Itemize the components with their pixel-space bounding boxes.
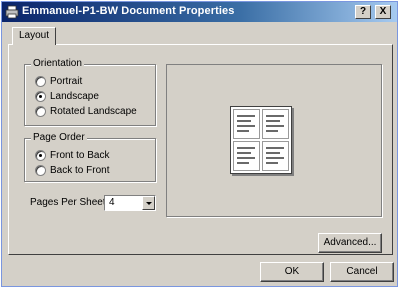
page-order-legend: Page Order [31,132,87,143]
document-properties-dialog: Emmanuel-P1-BW Document Properties ? X L… [1,1,398,287]
radio-button[interactable] [35,105,46,117]
pages-per-sheet-label: Pages Per Sheet: [30,197,109,208]
radio-button[interactable] [35,90,46,102]
tab-layout[interactable]: Layout [12,27,56,45]
window-title: Emmanuel-P1-BW Document Properties [22,5,235,17]
radio-label: Back to Front [50,164,110,176]
radio-rotated-landscape[interactable]: Rotated Landscape [35,104,137,118]
radio-portrait[interactable]: Portrait [35,74,82,88]
printer-icon [5,5,19,19]
preview-page-4 [262,141,289,171]
radio-button[interactable] [35,149,46,161]
radio-button[interactable] [35,164,46,176]
radio-label: Portrait [50,75,83,87]
radio-back-to-front[interactable]: Back to Front [35,163,109,177]
pages-per-sheet-value: 4 [109,197,115,208]
advanced-button[interactable]: Advanced... [318,233,382,253]
radio-landscape[interactable]: Landscape [35,89,99,103]
radio-label: Landscape [50,90,99,102]
preview-sheet [230,106,292,174]
orientation-legend: Orientation [31,58,84,69]
pages-per-sheet-select[interactable]: 4 [104,195,156,211]
radio-button[interactable] [35,75,46,87]
title-bar[interactable]: Emmanuel-P1-BW Document Properties ? X [2,2,397,22]
ok-button[interactable]: OK [260,262,324,282]
cancel-button[interactable]: Cancel [330,262,394,282]
help-button[interactable]: ? [355,5,371,19]
radio-front-to-back[interactable]: Front to Back [35,148,109,162]
preview-page-2 [262,109,289,139]
radio-label: Rotated Landscape [50,105,137,117]
chevron-down-icon[interactable] [142,196,155,210]
orientation-group: Orientation Portrait Landscape Rotated L… [24,58,156,126]
page-order-group: Page Order Front to Back Back to Front [24,132,156,182]
preview-page-1 [233,109,260,139]
radio-label: Front to Back [50,149,110,161]
preview-page-3 [233,141,260,171]
close-button[interactable]: X [375,5,391,19]
